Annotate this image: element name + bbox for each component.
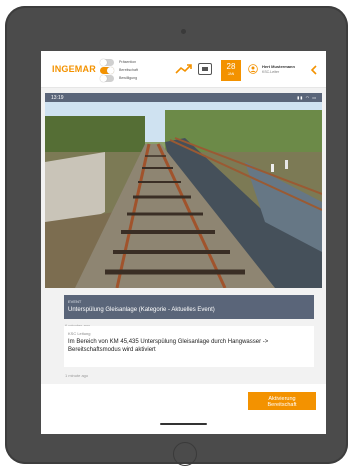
message-sender: KSC Leitung: [68, 331, 91, 336]
user-name: Hert Mustermann: [262, 64, 295, 69]
message-icon[interactable]: [198, 63, 212, 75]
toggle-bewilligung[interactable]: Bewilligung: [100, 74, 137, 82]
trend-icon[interactable]: [175, 63, 193, 75]
button-line-2: Bereitschaft: [267, 402, 297, 408]
user-icon[interactable]: [248, 64, 258, 74]
toggle-switch[interactable]: [100, 74, 114, 82]
event-kicker: EVENT: [68, 299, 82, 304]
activate-standby-button[interactable]: Aktivierung Bereitschaft: [248, 392, 316, 410]
bottom-bar: Aktivierung Bereitschaft: [41, 384, 326, 434]
toggle-switch[interactable]: [100, 66, 114, 74]
event-title: Unterspülung Gleisanlage (Kategorie - Ak…: [68, 307, 215, 313]
toggle-label: Präsention: [119, 60, 137, 64]
signal-wifi-battery-icon: ▮▮ ◠ ▭: [297, 95, 317, 100]
date-month: JAN: [227, 72, 235, 76]
camera: [181, 29, 186, 34]
toggle-switch[interactable]: [100, 58, 114, 66]
message-timestamp: 1 minute ago: [65, 373, 89, 378]
button-line-1: Aktivierung: [268, 395, 296, 402]
tablet-frame: INGEMAR Präsention Bereitschaft Bewillig…: [5, 6, 348, 466]
toggle-label: Bereitschaft: [119, 68, 138, 72]
message-text: Im Bereich von KM 45,435 Unterspülung Gl…: [68, 339, 269, 353]
date-badge[interactable]: 28 JAN: [221, 60, 241, 81]
message-card[interactable]: KSC Leitung Im Bereich von KM 45,435 Unt…: [64, 326, 314, 367]
toggle-praesention[interactable]: Präsention: [100, 58, 136, 66]
app-screen: INGEMAR Präsention Bereitschaft Bewillig…: [41, 51, 326, 434]
user-role: KSC-Leiter: [262, 70, 280, 74]
home-indicator[interactable]: [160, 423, 207, 425]
home-button[interactable]: [173, 442, 197, 466]
date-day: 28: [226, 62, 236, 71]
toggle-label: Bewilligung: [119, 76, 138, 80]
top-bar: INGEMAR Präsention Bereitschaft Bewillig…: [41, 51, 326, 88]
status-time: 13:19: [51, 94, 64, 101]
toggle-bereitschaft[interactable]: Bereitschaft: [100, 66, 138, 74]
device-status-bar: 13:19 ▮▮ ◠ ▭: [45, 93, 322, 102]
chevron-left-icon[interactable]: [310, 65, 318, 75]
railway-track-photo: [45, 102, 322, 288]
app-logo: INGEMAR: [52, 64, 96, 74]
event-card[interactable]: EVENT Unterspülung Gleisanlage (Kategori…: [64, 295, 314, 319]
